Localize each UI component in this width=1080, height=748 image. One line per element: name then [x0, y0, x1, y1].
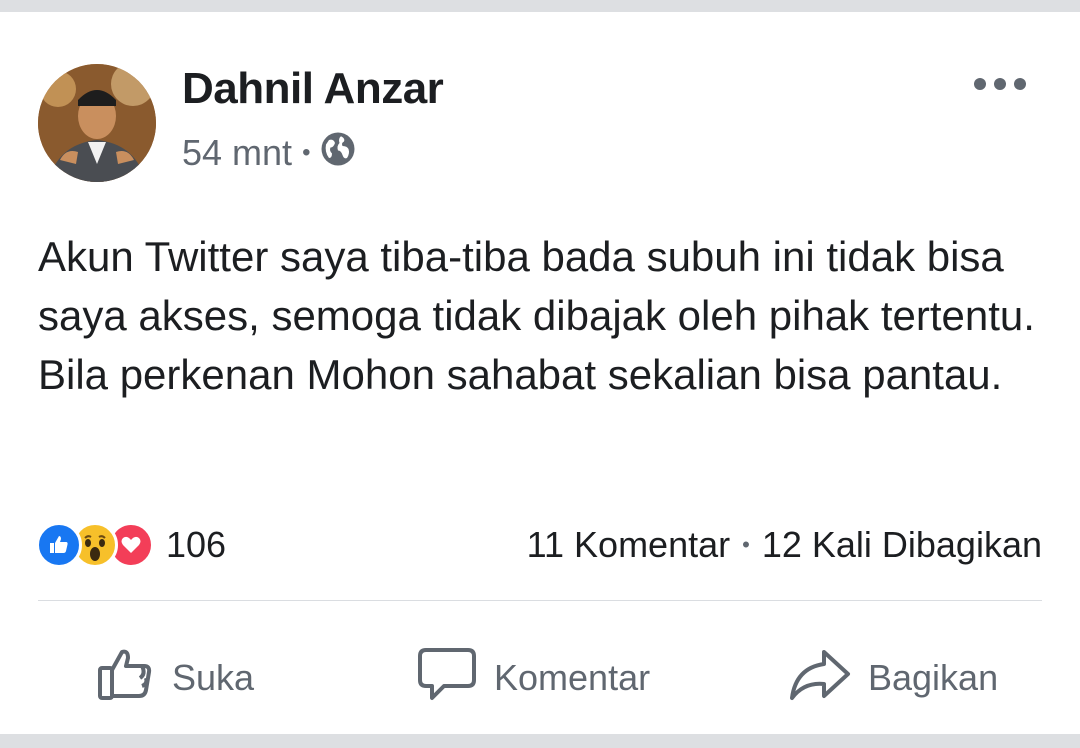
reaction-count: 106 — [166, 524, 227, 565]
share-arrow-icon — [788, 644, 852, 713]
thumbs-up-icon — [96, 644, 156, 713]
share-button[interactable]: Bagikan — [788, 638, 998, 718]
like-reaction-icon — [36, 522, 82, 568]
divider — [38, 600, 1042, 601]
post-card: Dahnil Anzar 54 mnt • Akun Twitter saya … — [0, 12, 1080, 734]
globe-icon — [320, 131, 356, 176]
avatar[interactable] — [38, 64, 156, 182]
meta-separator: • — [302, 139, 311, 166]
share-label: Bagikan — [868, 657, 999, 698]
reaction-icons — [36, 522, 154, 568]
comment-label: Komentar — [494, 657, 651, 698]
comment-button[interactable]: Komentar — [416, 638, 650, 718]
action-bar: Suka Komentar Bagikan — [0, 638, 1080, 718]
post-text: Akun Twitter saya tiba-tiba bada subuh i… — [38, 233, 1035, 398]
author-name[interactable]: Dahnil Anzar — [182, 64, 444, 114]
bottom-separator — [0, 734, 1080, 748]
like-button[interactable]: Suka — [96, 638, 254, 718]
post-meta: 54 mnt • — [182, 132, 356, 174]
post-stats: 11 Komentar • 12 Kali Dibagikan — [527, 520, 1042, 570]
reactions-summary[interactable]: 106 — [36, 520, 226, 570]
stats-separator: • — [742, 532, 750, 557]
like-label: Suka — [172, 657, 255, 698]
comment-icon — [416, 644, 478, 713]
shares-count-link[interactable]: 12 Kali Dibagikan — [762, 524, 1042, 566]
post-time[interactable]: 54 mnt — [182, 132, 292, 174]
comments-count-link[interactable]: 11 Komentar — [527, 524, 730, 566]
more-options-icon[interactable] — [974, 70, 1026, 98]
